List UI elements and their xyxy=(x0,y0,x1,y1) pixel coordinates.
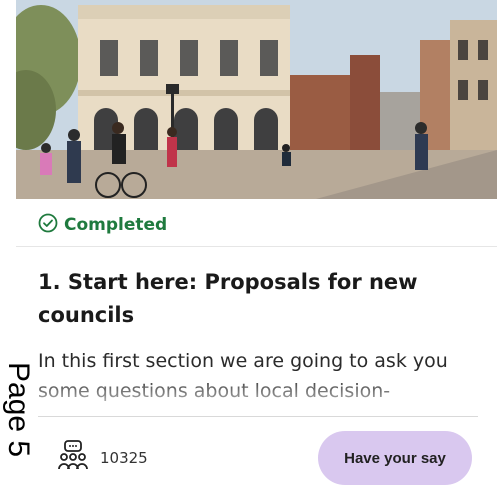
divider xyxy=(16,246,497,247)
consultation-card: Completed 1. Start here: Proposals for n… xyxy=(16,0,497,501)
participants-count: 10325 xyxy=(100,449,148,467)
people-group-icon xyxy=(56,439,90,477)
description-fade xyxy=(16,376,497,416)
footer-divider xyxy=(38,416,478,417)
status-label: Completed xyxy=(64,215,168,235)
card-title[interactable]: 1. Start here: Proposals for new council… xyxy=(38,266,478,332)
check-circle-icon xyxy=(38,213,58,237)
status-badge: Completed xyxy=(38,212,167,238)
participants: 10325 xyxy=(56,440,148,476)
hero-image xyxy=(16,0,497,199)
have-your-say-button[interactable]: Have your say xyxy=(318,431,472,485)
page-stamp: Page 5 xyxy=(2,362,35,458)
